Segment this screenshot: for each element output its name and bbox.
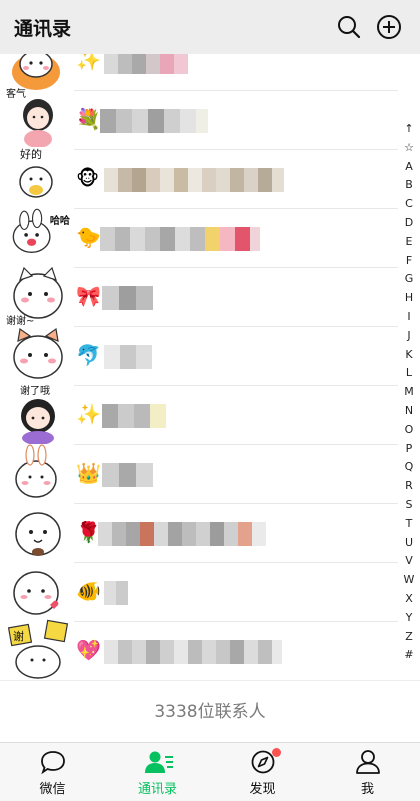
index-letter[interactable]: Q	[398, 458, 420, 477]
name-mosaic	[104, 640, 282, 664]
name-mosaic	[104, 168, 284, 192]
contact-emoji: ✨	[76, 402, 101, 426]
contact-row[interactable]: 🐬	[0, 327, 420, 386]
index-letter[interactable]: ☆	[398, 139, 420, 158]
contact-row[interactable]: 🐠	[0, 563, 420, 622]
chat-bubble-icon	[41, 751, 65, 775]
contact-emoji: ✨	[76, 54, 101, 72]
contact-list[interactable]: ✨ 客气 💐 好的 🐵 哈哈 🐤 谢谢~ 🎀 🐬 谢了哦 ✨ 👑 🌹 🐠 谢 💖	[0, 54, 420, 680]
person-icon	[356, 750, 380, 774]
index-letter[interactable]: D	[398, 214, 420, 233]
name-mosaic	[100, 109, 208, 133]
index-letter[interactable]: B	[398, 176, 420, 195]
index-letter[interactable]: O	[398, 421, 420, 440]
tab-label: 微信	[39, 782, 66, 797]
index-letter[interactable]: F	[398, 252, 420, 271]
index-letter[interactable]: E	[398, 233, 420, 252]
tab-label: 通讯录	[137, 782, 177, 797]
index-letter[interactable]: W	[398, 571, 420, 590]
contact-row[interactable]: 谢 💖	[0, 619, 420, 680]
sticker-avatar-icon: 谢	[7, 619, 69, 679]
name-mosaic	[100, 227, 260, 251]
rabbit-avatar-icon: 哈哈哈	[12, 208, 70, 253]
rabbit-avatar-icon	[15, 444, 57, 498]
index-letter[interactable]: A	[398, 158, 420, 177]
name-mosaic	[102, 286, 153, 310]
index-letter[interactable]: Y	[398, 609, 420, 628]
cat-avatar-icon	[13, 571, 59, 615]
index-letter[interactable]: V	[398, 552, 420, 571]
index-letter[interactable]: G	[398, 270, 420, 289]
index-letter[interactable]: X	[398, 590, 420, 609]
contact-emoji: 💖	[76, 638, 101, 662]
tab-discover[interactable]: 发现	[210, 743, 315, 801]
index-letter[interactable]: R	[398, 477, 420, 496]
index-letter[interactable]: C	[398, 195, 420, 214]
name-mosaic	[104, 345, 152, 369]
index-letter[interactable]: N	[398, 402, 420, 421]
tab-me[interactable]: 我	[315, 743, 420, 801]
index-letter[interactable]: S	[398, 496, 420, 515]
contact-emoji: 🐬	[76, 343, 101, 367]
contact-emoji: 👑	[76, 461, 101, 485]
plus-circle-icon[interactable]	[376, 14, 402, 40]
search-icon[interactable]	[336, 14, 362, 40]
index-letter[interactable]: M	[398, 383, 420, 402]
name-mosaic	[102, 463, 153, 487]
tab-chats[interactable]: 微信	[0, 743, 105, 801]
name-mosaic	[104, 581, 128, 605]
sticker-text: 谢	[13, 629, 24, 643]
alphabet-index[interactable]: ↑ ☆ A B C D E F G H I J K L M N O P Q R …	[398, 120, 420, 665]
contact-row[interactable]: 谢了哦 ✨	[0, 384, 420, 445]
sticker-text: 好的	[20, 147, 42, 161]
contacts-icon	[145, 751, 173, 773]
index-letter[interactable]: T	[398, 515, 420, 534]
index-letter[interactable]: P	[398, 440, 420, 459]
contact-row[interactable]: 谢谢~ 🎀	[0, 266, 420, 327]
contact-row[interactable]: 哈哈哈 🐤	[0, 208, 420, 268]
girl-avatar-icon: 谢了哦	[20, 384, 55, 444]
contact-emoji: 🐠	[76, 579, 101, 603]
index-letter[interactable]: #	[398, 646, 420, 665]
sticker-text: 谢了哦	[20, 384, 50, 397]
contact-count: 3338位联系人	[0, 680, 420, 743]
name-mosaic	[104, 54, 188, 74]
index-letter[interactable]: Z	[398, 628, 420, 647]
contact-emoji: 🐤	[76, 225, 101, 249]
index-letter[interactable]: U	[398, 534, 420, 553]
tab-label: 发现	[249, 782, 276, 797]
contact-emoji: 🎀	[76, 284, 101, 308]
index-letter[interactable]: L	[398, 364, 420, 383]
index-letter[interactable]: J	[398, 327, 420, 346]
contact-emoji: 🐵	[76, 166, 100, 190]
index-letter[interactable]: K	[398, 346, 420, 365]
contact-row[interactable]: 🌹	[0, 504, 420, 563]
page-title: 通讯录	[14, 18, 72, 40]
tab-label: 我	[360, 782, 374, 797]
sticker-avatar-icon: 好的	[19, 147, 53, 198]
sticker-text: 客气	[6, 87, 26, 100]
contact-row[interactable]: 👑	[0, 444, 420, 504]
index-letter[interactable]: H	[398, 289, 420, 308]
name-mosaic	[102, 404, 166, 428]
contact-emoji: 💐	[76, 107, 101, 131]
sticker-text: 哈哈哈	[50, 214, 70, 227]
notification-badge	[272, 748, 281, 757]
index-letter[interactable]: I	[398, 308, 420, 327]
cat-avatar-icon: 谢谢~	[6, 266, 63, 326]
header-bar: 通讯录	[0, 0, 420, 54]
bun-avatar-icon	[15, 512, 61, 556]
girl-avatar-icon: 客气	[6, 87, 53, 147]
index-letter[interactable]: ↑	[398, 120, 420, 139]
bottom-tab-bar: 微信 通讯录 发现 我	[0, 742, 420, 801]
contact-row[interactable]: 客气 💐	[0, 87, 420, 150]
cat-avatar-icon	[13, 327, 63, 379]
contact-row[interactable]: 好的 🐵	[0, 147, 420, 209]
tab-contacts[interactable]: 通讯录	[105, 743, 210, 801]
name-mosaic	[98, 522, 266, 546]
